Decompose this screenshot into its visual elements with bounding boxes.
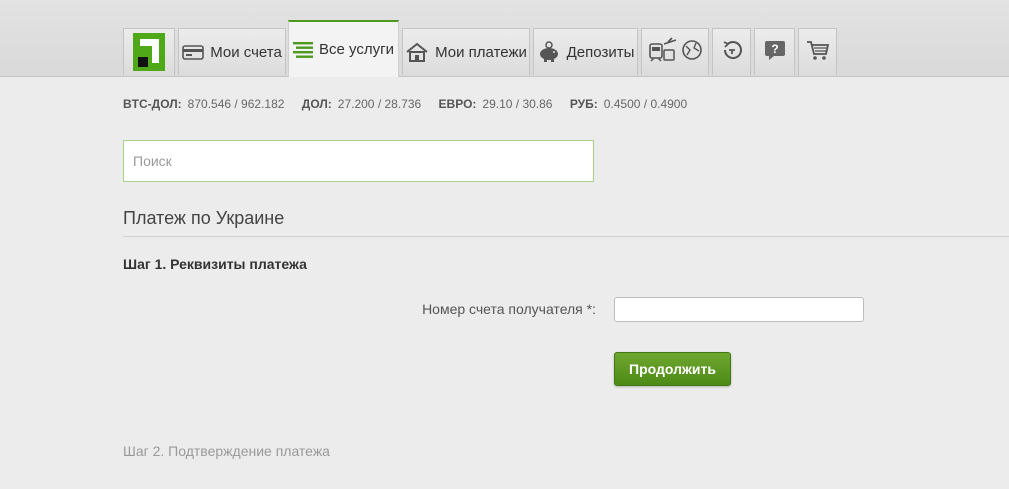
tab-deposits[interactable]: Депозиты [533,28,638,75]
piggy-bank-icon [537,41,561,63]
top-navigation-bar: Мои счета Все услуги Мои платежи Депозит… [0,0,1009,77]
card-icon [182,44,205,60]
tab-history[interactable] [712,28,751,75]
rate-usd: ДОЛ: 27.200 / 28.736 [301,97,422,111]
privatbank-logo-icon [133,33,165,71]
exchange-rates: BTC-ДОЛ: 870.546 / 962.182 ДОЛ: 27.200 / 2… [123,97,701,111]
continue-button[interactable]: Продолжить [614,352,731,386]
rate-rub: РУБ: 0.4500 / 0.4900 [569,97,688,111]
tab-travel[interactable] [641,28,709,75]
list-icon [293,41,314,59]
tab-cart[interactable] [798,28,837,75]
tab-label: Мои счета [210,43,282,61]
recipient-account-input[interactable] [614,297,864,322]
rate-eur: ЕВРО: 29.10 / 30.86 [438,97,553,111]
tab-label: Мои платежи [435,43,527,61]
tab-my-payments[interactable]: Мои платежи [402,28,530,75]
rate-btc: BTC-ДОЛ: 870.546 / 962.182 [123,97,285,111]
tab-label: Все услуги [319,41,394,58]
cart-icon [806,39,830,65]
step-2-heading: Шаг 2. Подтверждение платежа [123,443,330,459]
tab-all-services[interactable]: Все услуги [288,20,399,77]
house-icon [405,42,429,62]
page-title: Платеж по Украине [123,208,285,228]
tab-help[interactable]: ? [754,28,795,75]
title-divider [123,236,1009,237]
help-icon: ? [763,38,787,66]
travel-icon [646,36,704,68]
tab-label: Депозиты [566,43,635,61]
history-icon [720,38,744,66]
recipient-account-label: Номер счета получателя *: [422,301,596,317]
step-1-heading: Шаг 1. Реквизиты платежа [123,256,307,272]
search-input[interactable] [123,140,594,182]
logo-tab[interactable] [123,28,175,75]
tab-my-accounts[interactable]: Мои счета [178,28,286,75]
help-glyph: ? [771,42,778,56]
